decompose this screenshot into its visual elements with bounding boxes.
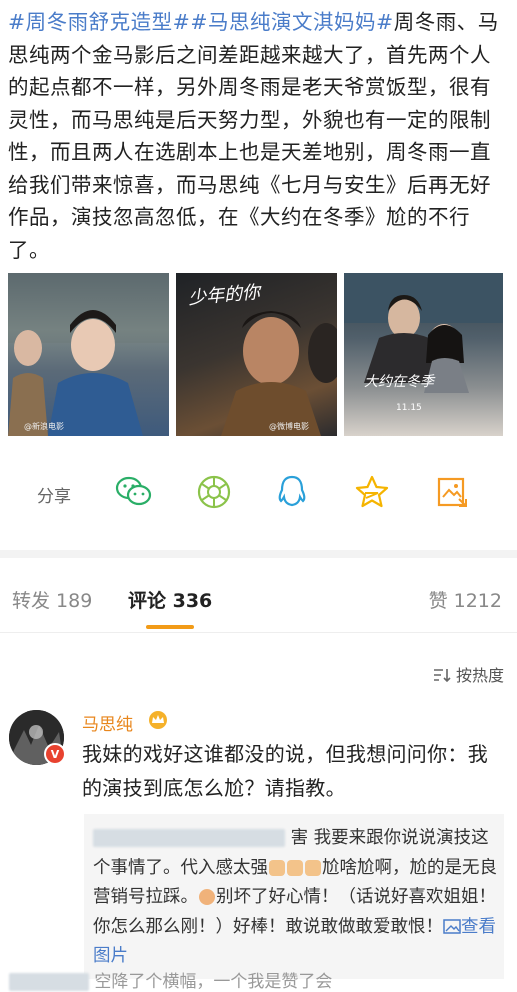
poster-title-text: 大约在冬季 bbox=[364, 374, 434, 390]
wechat-icon[interactable] bbox=[114, 472, 154, 512]
image-watermark: @新浪电影 bbox=[24, 422, 64, 431]
comment-username[interactable]: 马思纯 bbox=[82, 710, 133, 735]
share-label: 分享 bbox=[37, 487, 71, 507]
cat-emoji-icon bbox=[199, 889, 215, 905]
pray-emoji-icon bbox=[287, 859, 303, 876]
next-reply-preview: 空降了个横幅，一个我是赞了会 bbox=[9, 967, 332, 992]
post-body: 周冬雨、马思纯两个金马影后之间差距越来越大了，首先两个人的起点都不一样，另外周冬… bbox=[8, 10, 499, 262]
comment-text: 我妹的戏好这谁都没的说，但我想问问你：我的演技到底怎么尬？请指教。 bbox=[82, 742, 488, 800]
sort-label: 按热度 bbox=[455, 666, 504, 685]
post-image-3[interactable]: 大约在冬季 11.15 bbox=[344, 273, 503, 436]
pray-emoji-icon bbox=[269, 859, 285, 876]
reply-box[interactable]: 害 我要来跟你说说演技这个事情了。代入感太强 尬啥尬啊，尬的是无良营销号拉踩。 别坏… bbox=[84, 814, 504, 979]
post-image-1[interactable]: @新浪电影 bbox=[8, 273, 169, 436]
post-image-2[interactable]: 少年的你 @微博电影 bbox=[176, 273, 337, 436]
redacted-username bbox=[93, 829, 285, 847]
topic-tag-1[interactable]: #周冬雨舒克造型# bbox=[8, 10, 190, 34]
verified-badge: V bbox=[44, 743, 66, 765]
next-reply-text: 空降了个横幅，一个我是赞了会 bbox=[94, 972, 333, 992]
sort-icon bbox=[433, 669, 451, 683]
pray-emoji-icon bbox=[305, 859, 321, 876]
save-image-icon[interactable] bbox=[432, 472, 472, 512]
tab-comments[interactable]: 评论 336 bbox=[128, 586, 212, 613]
moments-icon[interactable] bbox=[194, 472, 234, 512]
qzone-star-icon[interactable] bbox=[352, 472, 392, 512]
tab-repost[interactable]: 转发 189 bbox=[12, 586, 92, 613]
divider bbox=[0, 632, 517, 633]
post-text: #周冬雨舒克造型##马思纯演文淇妈妈#周冬雨、马思纯两个金马影后之间差距越来越大… bbox=[8, 6, 508, 266]
topic-tag-2[interactable]: #马思纯演文淇妈妈# bbox=[190, 10, 393, 34]
redacted-username bbox=[9, 973, 89, 991]
share-bar: 分享 bbox=[0, 472, 517, 512]
qq-icon[interactable] bbox=[272, 472, 312, 512]
sort-by-hot-button[interactable]: 按热度 bbox=[433, 662, 504, 686]
crown-icon bbox=[147, 710, 169, 734]
image-watermark: @微博电影 bbox=[269, 422, 309, 431]
image-icon bbox=[443, 918, 461, 934]
image-grid: @新浪电影 少年的你 @微博电影 大约在冬季 11.15 bbox=[8, 273, 503, 436]
tab-likes[interactable]: 赞 1212 bbox=[429, 586, 502, 613]
interaction-tabs: 转发 189 评论 336 赞 1212 bbox=[0, 586, 517, 626]
active-tab-indicator bbox=[146, 625, 194, 629]
section-divider bbox=[0, 550, 517, 558]
reply-text: 害 我要来跟你说说演技这个事情了。代入感太强 尬啥尬啊，尬的是无良营销号拉踩。 别坏… bbox=[93, 824, 498, 972]
poster-date-text: 11.15 bbox=[396, 403, 422, 413]
